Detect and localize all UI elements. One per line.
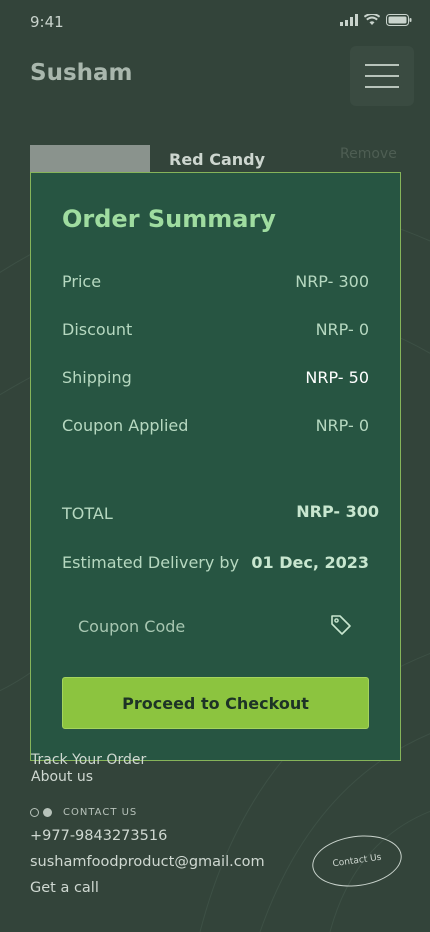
contact-heading: CONTACT US [63, 807, 138, 818]
hamburger-line [365, 86, 399, 88]
product-name: Red Candy [169, 150, 266, 169]
tag-icon[interactable] [329, 613, 353, 637]
coupon-code-input[interactable]: Coupon Code [78, 617, 185, 636]
about-us-link[interactable]: About us [31, 769, 93, 785]
menu-button[interactable] [350, 46, 414, 106]
shipping-label: Shipping [62, 368, 132, 387]
phone-number[interactable]: +977-9843273516 [30, 828, 167, 844]
total-label: TOTAL [62, 504, 113, 523]
brand-logo-text: Susham [30, 60, 133, 86]
wifi-icon [364, 14, 380, 25]
delivery-date: 01 Dec, 2023 [251, 553, 369, 572]
dot-active [43, 808, 52, 817]
coupon-applied-value: NRP- 0 [315, 416, 369, 435]
hamburger-line [365, 75, 399, 77]
order-summary-panel: Order Summary Price NRP- 300 Discount NR… [30, 172, 401, 761]
price-label: Price [62, 272, 102, 291]
total-value: NRP- 300 [296, 502, 379, 521]
order-summary-title: Order Summary [62, 205, 276, 233]
pagination-dots [30, 808, 52, 817]
coupon-applied-label: Coupon Applied [62, 416, 189, 435]
signal-icon [340, 14, 358, 26]
track-order-link[interactable]: Track Your Order [31, 752, 146, 768]
discount-label: Discount [62, 320, 133, 339]
battery-icon [386, 14, 412, 26]
proceed-to-checkout-button[interactable]: Proceed to Checkout [62, 677, 369, 729]
status-icons [340, 14, 412, 26]
dot [30, 808, 39, 817]
status-bar: 9:41 [0, 0, 430, 44]
product-image [30, 145, 150, 175]
status-time: 9:41 [30, 13, 64, 31]
get-a-call-link[interactable]: Get a call [30, 880, 99, 896]
hamburger-line [365, 64, 399, 66]
contact-us-button[interactable]: Contact Us [308, 829, 406, 893]
shipping-value: NRP- 50 [305, 368, 369, 387]
discount-value: NRP- 0 [315, 320, 369, 339]
remove-button[interactable]: Remove [340, 146, 397, 162]
price-value: NRP- 300 [295, 272, 369, 291]
delivery-label: Estimated Delivery by [62, 553, 240, 572]
email-address[interactable]: sushamfoodproduct@gmail.com [30, 854, 265, 870]
